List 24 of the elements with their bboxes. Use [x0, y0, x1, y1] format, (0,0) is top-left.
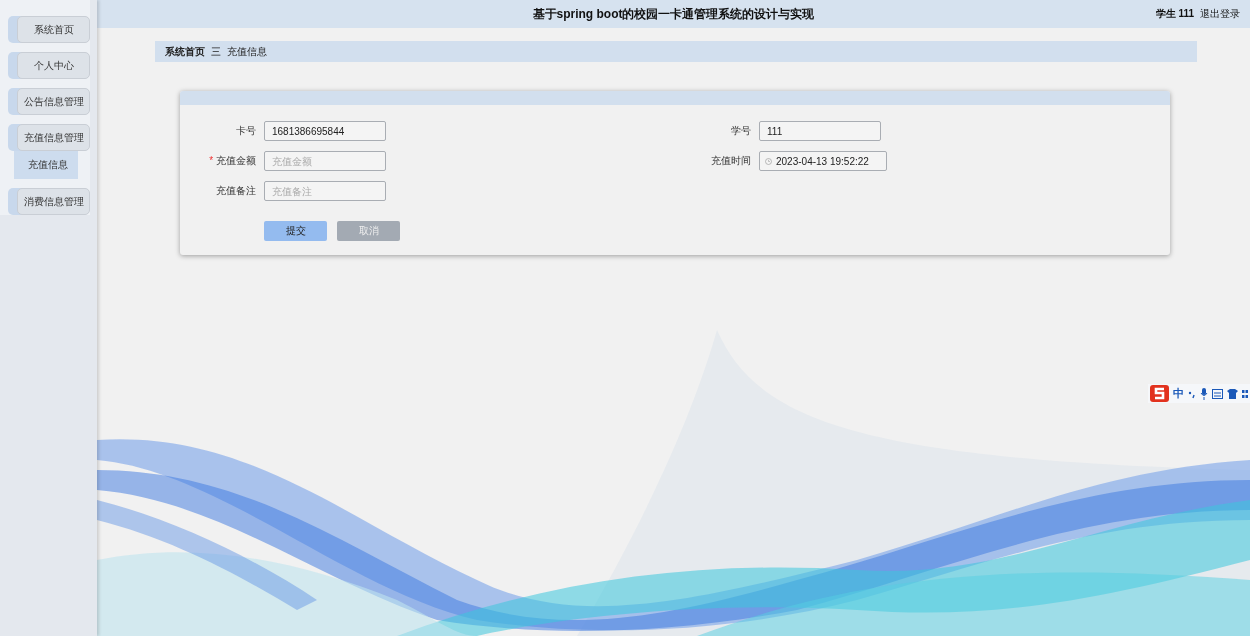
- ime-mode: 中: [1173, 386, 1184, 401]
- field-label: 充值备注: [215, 184, 256, 198]
- microphone-icon: [1200, 387, 1208, 400]
- keyboard-icon: [1212, 388, 1223, 399]
- clock-icon: [765, 157, 772, 165]
- shirt-icon: [1227, 388, 1238, 399]
- input-field[interactable]: 充值金额: [264, 151, 386, 171]
- input-field[interactable]: 1681386695844: [264, 121, 386, 141]
- grid-icon: [1242, 388, 1248, 399]
- field-label: 充值时间: [710, 154, 751, 168]
- user-label: 学生 111: [1155, 7, 1194, 21]
- submenu-item[interactable]: 充值信息: [14, 151, 78, 179]
- field-label: 学号: [730, 124, 751, 138]
- logout-link[interactable]: 退出登录: [1200, 7, 1240, 21]
- field-label: 卡号: [235, 124, 256, 138]
- datetime-field[interactable]: 2023-04-13 19:52:22: [759, 151, 887, 171]
- field-label: * 充值金额: [208, 154, 256, 168]
- input-field[interactable]: 充值备注: [264, 181, 386, 201]
- submit-button[interactable]: 提交: [264, 221, 327, 241]
- breadcrumb-link[interactable]: 充值信息: [227, 44, 267, 59]
- input-field[interactable]: 111: [759, 121, 881, 141]
- breadcrumb-link[interactable]: 系统首页: [165, 44, 205, 59]
- breadcrumb-separator: 三: [211, 44, 221, 59]
- page-title: 基于spring boot的校园一卡通管理系统的设计与实现: [532, 5, 815, 23]
